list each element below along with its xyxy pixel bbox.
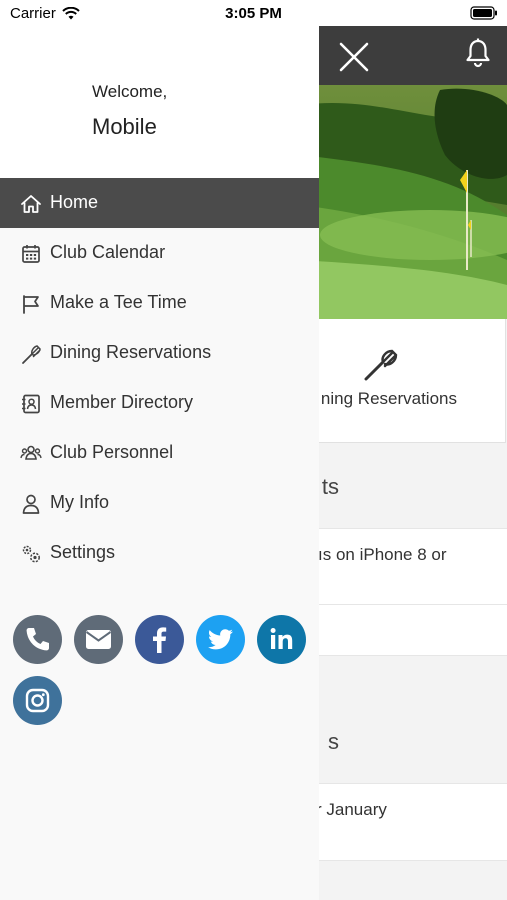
- twitter-button[interactable]: [196, 615, 245, 664]
- menu-label-tee-time: Make a Tee Time: [50, 292, 187, 312]
- flag-icon: [23, 295, 39, 314]
- phone-button[interactable]: [13, 615, 62, 664]
- twitter-icon: [208, 629, 233, 650]
- welcome-header: Welcome, Mobile: [0, 26, 319, 178]
- user-name: Mobile: [92, 114, 157, 139]
- side-drawer: Welcome, Mobile Home Club Calendar Make …: [0, 26, 319, 900]
- menu-item-dining-reservations[interactable]: Dining Reservations: [0, 328, 319, 378]
- menu-label-my-info: My Info: [50, 492, 110, 512]
- menu-label-home: Home: [50, 192, 99, 212]
- email-icon: [85, 630, 112, 649]
- facebook-button[interactable]: [135, 615, 184, 664]
- email-button[interactable]: [74, 615, 123, 664]
- fork-icon: [364, 349, 398, 381]
- menu-label-dining-reservations: Dining Reservations: [50, 342, 212, 362]
- status-time: 3:05 PM: [225, 5, 282, 22]
- event-item-text: r January: [316, 800, 387, 819]
- instagram-button[interactable]: [13, 676, 62, 725]
- menu-item-settings[interactable]: Settings: [0, 528, 319, 578]
- facebook-icon: [153, 627, 167, 653]
- instagram-icon: [25, 688, 50, 713]
- status-bar: Carrier 3:05 PM: [0, 0, 507, 26]
- notifications-button[interactable]: [462, 37, 494, 69]
- drawer-menu: Home Club Calendar Make a Tee Time Dinin…: [0, 178, 319, 578]
- personnel-icon: [20, 445, 42, 460]
- gears-icon: [22, 545, 40, 563]
- fork-icon: [22, 345, 41, 364]
- phone-icon: [26, 628, 49, 651]
- menu-label-settings: Settings: [50, 542, 116, 562]
- directory-icon: [22, 394, 40, 414]
- home-icon: [21, 195, 41, 213]
- close-menu-button[interactable]: [337, 40, 371, 74]
- calendar-icon: [22, 245, 40, 263]
- linkedin-button[interactable]: [257, 615, 306, 664]
- quick-link-label: ning Reservations: [320, 389, 457, 408]
- menu-item-tee-time[interactable]: Make a Tee Time: [0, 278, 319, 328]
- menu-item-club-calendar[interactable]: Club Calendar: [0, 228, 319, 278]
- user-icon: [22, 494, 40, 514]
- menu-label-club-personnel: Club Personnel: [50, 442, 174, 462]
- battery-icon: [470, 6, 498, 24]
- section-heading-1: ts: [321, 474, 339, 499]
- close-icon: [339, 42, 369, 72]
- app-screen: Carrier 3:05 PM ning Reservations ts ıs …: [0, 0, 507, 900]
- menu-item-member-directory[interactable]: Member Directory: [0, 378, 319, 428]
- menu-item-club-personnel[interactable]: Club Personnel: [0, 428, 319, 478]
- section-heading-2: s: [328, 729, 339, 754]
- menu-item-home[interactable]: Home: [0, 178, 319, 228]
- menu-item-my-info[interactable]: My Info: [0, 478, 319, 528]
- welcome-label: Welcome,: [92, 82, 168, 101]
- menu-label-club-calendar: Club Calendar: [50, 242, 166, 262]
- bell-icon: [466, 38, 490, 68]
- linkedin-icon: [270, 628, 293, 649]
- menu-label-member-directory: Member Directory: [50, 392, 194, 412]
- news-item-text: ıs on iPhone 8 or: [318, 545, 447, 564]
